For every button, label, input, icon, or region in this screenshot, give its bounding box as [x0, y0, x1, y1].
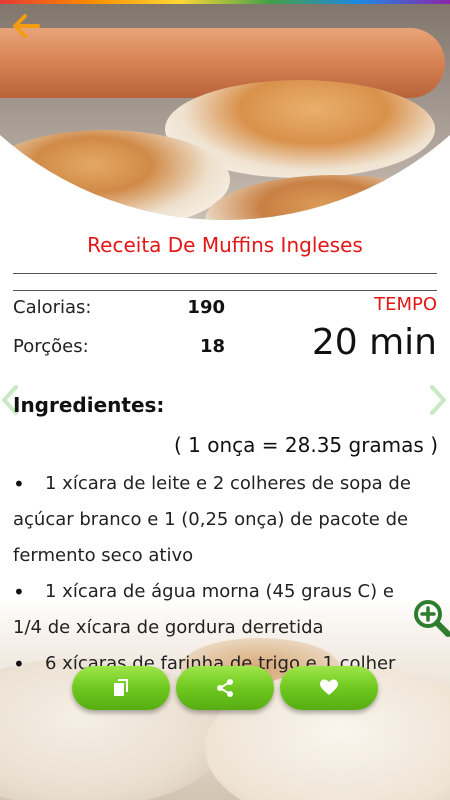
copy-button[interactable] [72, 666, 170, 710]
arrow-left-icon [13, 14, 40, 38]
share-button[interactable] [176, 666, 274, 710]
list-item: 1 xícara de leite e 2 colheres de sopa d… [13, 466, 439, 574]
ingredients-viewport[interactable]: 1 xícara de leite e 2 colheres de sopa d… [0, 0, 450, 690]
top-color-strip [0, 0, 450, 4]
zoom-in-button[interactable] [412, 598, 450, 638]
ingredient-text-continued: 1/4 de xícara de gordura derretida [13, 617, 324, 638]
action-bar [72, 666, 378, 710]
ingredient-text: 1 xícara de leite e 2 colheres de sopa d… [45, 473, 411, 494]
list-item: 1 xícara de água morna (45 graus C) e 1/… [13, 574, 439, 646]
copy-icon [114, 679, 128, 696]
favorite-button[interactable] [280, 666, 378, 710]
heart-icon [320, 679, 338, 695]
zoom-in-icon [414, 600, 450, 637]
ingredient-text-continued: açúcar branco e 1 (0,25 onça) de pacote … [13, 509, 409, 566]
share-icon [217, 679, 233, 697]
ingredients-list: 1 xícara de leite e 2 colheres de sopa d… [13, 466, 439, 682]
ingredient-text: 1 xícara de água morna (45 graus C) e [45, 581, 394, 602]
back-button[interactable] [10, 10, 42, 42]
